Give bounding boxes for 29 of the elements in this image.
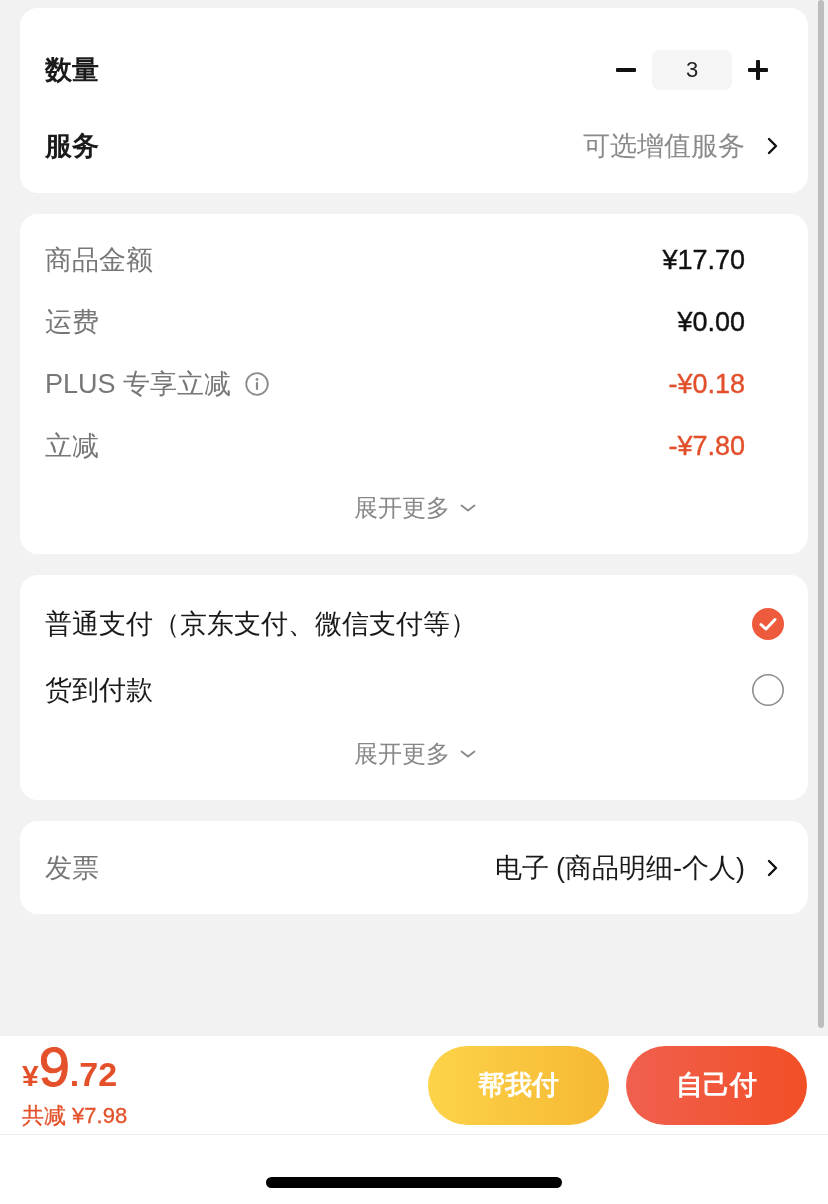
price-label: 运费 <box>45 306 99 339</box>
expand-more-button[interactable]: 展开更多 <box>353 492 476 524</box>
info-icon[interactable] <box>245 372 270 396</box>
price-value: ¥17.70 <box>662 244 745 276</box>
total-price: ¥9.72 <box>22 1039 118 1095</box>
quantity-field[interactable]: 3 <box>652 50 732 90</box>
scrollbar[interactable] <box>818 0 824 1028</box>
chevron-down-icon <box>459 750 476 758</box>
payment-option[interactable]: 普通支付（京东支付、微信支付等） <box>45 591 784 657</box>
service-label: 服务 <box>45 130 99 163</box>
value-added-service-selector[interactable]: 可选增值服务 <box>583 128 778 164</box>
chevron-right-icon <box>767 137 778 155</box>
price-value: -¥0.18 <box>668 368 745 400</box>
price-label: 立减 <box>45 430 99 463</box>
invoice-selector[interactable]: 电子 (商品明细-个人) <box>494 849 778 886</box>
chevron-right-icon <box>767 858 778 877</box>
payment-option[interactable]: 货到付款 <box>45 657 784 723</box>
invoice-label: 发票 <box>45 851 99 885</box>
total-discount: 共减 ¥7.98 <box>22 1102 128 1130</box>
quantity-label: 数量 <box>45 54 99 87</box>
expand-more-button[interactable]: 展开更多 <box>353 738 476 770</box>
plus-icon[interactable] <box>748 60 768 80</box>
price-label: 商品金额 <box>45 244 153 277</box>
pay-button[interactable]: 自己付 <box>626 1045 807 1125</box>
chevron-down-icon <box>459 504 476 512</box>
price-value: -¥7.80 <box>668 430 745 462</box>
price-value: ¥0.00 <box>677 306 745 338</box>
minus-icon[interactable] <box>616 68 636 72</box>
price-label: PLUS 专享立减 <box>45 368 232 401</box>
